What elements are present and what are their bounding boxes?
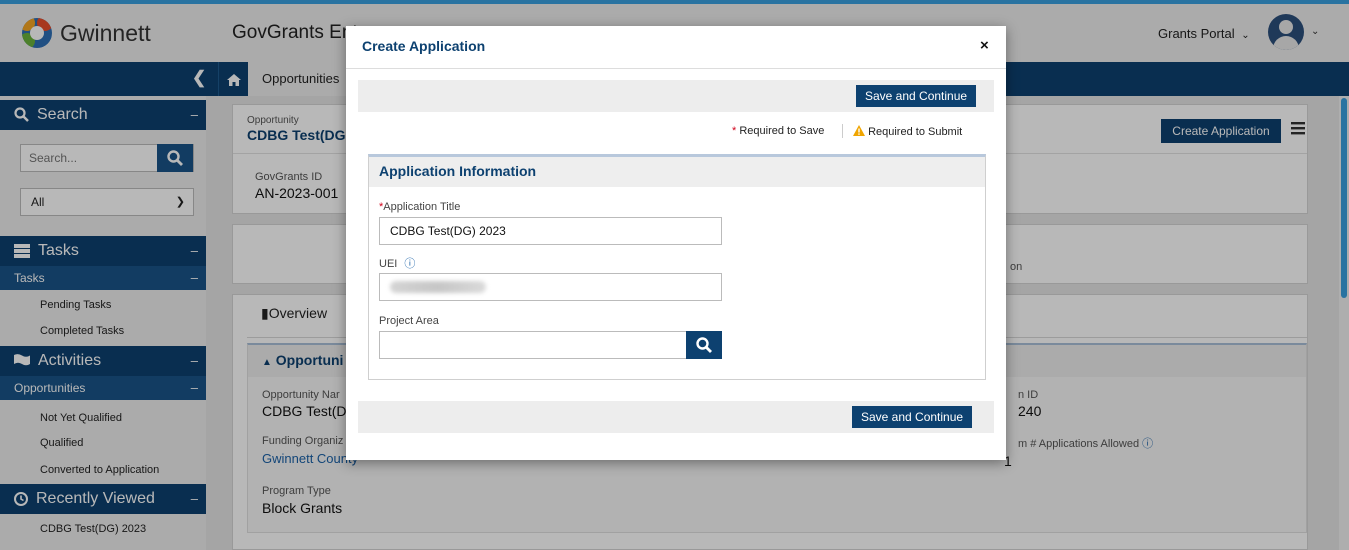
project-area-input[interactable]: [379, 331, 687, 359]
modal-bottom-bar: Save and Continue: [358, 401, 994, 433]
application-title-input[interactable]: CDBG Test(DG) 2023: [379, 217, 722, 245]
save-and-continue-button-bottom[interactable]: Save and Continue: [852, 406, 973, 428]
info-icon[interactable]: ⓘ: [404, 258, 415, 270]
application-title-label: *Application Title: [379, 201, 461, 213]
create-application-modal: Create Application × Save and Continue *…: [346, 26, 1006, 460]
save-and-continue-button[interactable]: Save and Continue: [856, 85, 977, 107]
modal-title: Create Application: [362, 38, 486, 54]
redacted-value: [390, 281, 486, 293]
project-area-search-button[interactable]: [686, 331, 722, 359]
uei-input[interactable]: [379, 273, 722, 301]
close-icon[interactable]: ×: [980, 37, 989, 54]
project-area-label: Project Area: [379, 315, 439, 327]
search-icon: [696, 337, 712, 353]
required-asterisk-icon: *: [732, 125, 737, 137]
warning-icon: [853, 125, 865, 136]
uei-label: UEI ⓘ: [379, 258, 416, 270]
application-information-section: Application Information *Application Tit…: [368, 154, 986, 380]
modal-top-bar: Save and Continue: [358, 80, 994, 112]
section-title: Application Information: [369, 157, 985, 187]
required-to-save-legend: * Required to Save: [732, 125, 825, 137]
required-to-submit-legend: Required to Submit: [853, 125, 962, 138]
modal-divider: [346, 68, 1006, 69]
